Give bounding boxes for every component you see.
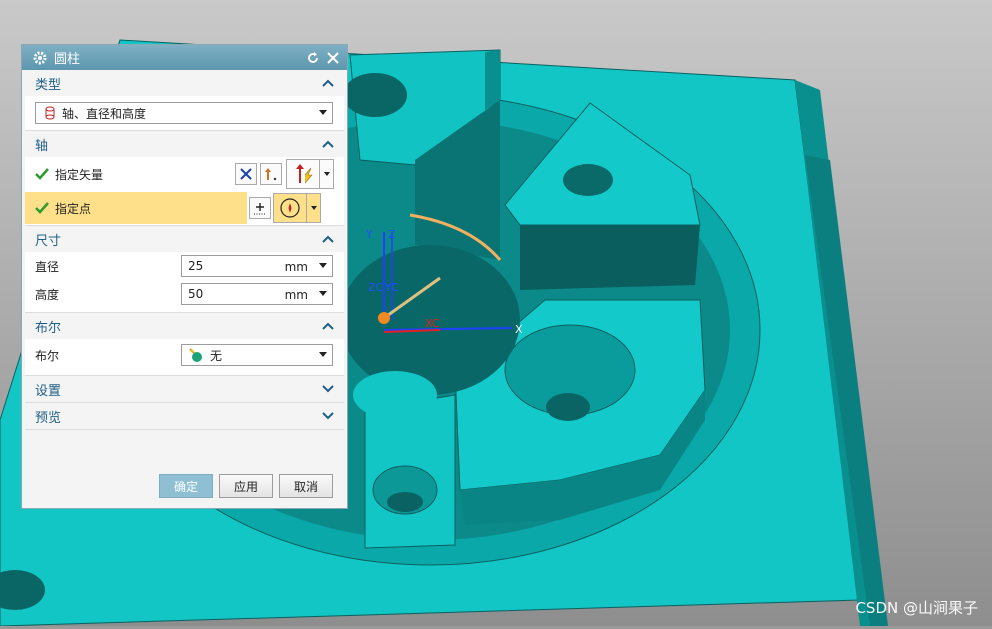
- inferred-vector-button[interactable]: [286, 159, 320, 189]
- height-row: 高度 50 mm: [25, 280, 344, 312]
- diameter-input[interactable]: 25 mm: [181, 255, 333, 277]
- chevron-down-icon: [310, 206, 317, 210]
- dialog-button-bar: 确定 应用 取消: [22, 464, 347, 508]
- close-icon[interactable]: [325, 50, 341, 66]
- axis-section-title: 轴: [35, 138, 49, 154]
- vector-dialog-icon: [265, 168, 277, 181]
- check-icon: [35, 168, 49, 180]
- chevron-up-icon[interactable]: [322, 139, 334, 149]
- chevron-down-icon[interactable]: [319, 263, 327, 268]
- height-value: 50: [188, 287, 204, 301]
- apply-button[interactable]: 应用: [219, 474, 273, 498]
- reset-icon[interactable]: [305, 50, 321, 66]
- preview-section-header[interactable]: 预览: [25, 403, 344, 429]
- point-dialog-icon: [254, 203, 266, 215]
- chevron-down-icon[interactable]: [319, 352, 327, 357]
- chevron-down-icon[interactable]: [322, 411, 334, 421]
- reverse-direction-button[interactable]: [235, 163, 257, 185]
- dimensions-section: 尺寸 直径 25 mm 高度 50 mm: [25, 226, 344, 313]
- diameter-row: 直径 25 mm: [25, 252, 344, 280]
- check-icon: [35, 202, 49, 214]
- point-dropdown-button[interactable]: [307, 193, 321, 223]
- vector-dropdown-button[interactable]: [320, 159, 334, 189]
- boolean-select[interactable]: 无: [181, 344, 333, 366]
- preview-section: 预览: [25, 403, 344, 430]
- chevron-up-icon[interactable]: [322, 234, 334, 244]
- type-section-title: 类型: [35, 77, 62, 93]
- inferred-point-icon: [280, 198, 300, 218]
- type-section-header[interactable]: 类型: [25, 70, 344, 96]
- chevron-down-icon[interactable]: [319, 291, 327, 296]
- axis-section: 轴 指定矢量 指定点: [25, 131, 344, 226]
- csys-y-label: Y: [365, 228, 373, 241]
- point-dialog-button[interactable]: [249, 197, 271, 219]
- chevron-down-icon: [323, 172, 330, 176]
- axis-section-header[interactable]: 轴: [25, 131, 344, 157]
- height-input[interactable]: 50 mm: [181, 283, 333, 305]
- boolean-select-value: 无: [210, 348, 223, 363]
- specify-vector-row[interactable]: 指定矢量: [25, 157, 344, 191]
- cancel-button[interactable]: 取消: [279, 474, 333, 498]
- preview-section-title: 预览: [35, 410, 62, 426]
- boolean-section-title: 布尔: [35, 320, 62, 336]
- diameter-label: 直径: [35, 259, 60, 274]
- inferred-point-button[interactable]: [273, 193, 307, 223]
- type-select[interactable]: 轴、直径和高度: [35, 102, 333, 124]
- csys-xc-label: XC: [425, 317, 440, 330]
- specify-point-label: 指定点: [55, 201, 92, 216]
- reverse-direction-icon: [240, 168, 252, 180]
- specify-vector-label: 指定矢量: [55, 167, 104, 182]
- csys-zc-label: ZC: [368, 281, 384, 294]
- chevron-down-icon[interactable]: [322, 384, 334, 394]
- boolean-section: 布尔 布尔 无: [25, 313, 344, 376]
- settings-section: 设置: [25, 376, 344, 403]
- inferred-vector-icon: [296, 164, 313, 184]
- boolean-label: 布尔: [35, 348, 60, 363]
- csys-yc-label: YC: [384, 281, 399, 294]
- gear-icon[interactable]: [32, 50, 48, 66]
- settings-section-title: 设置: [35, 383, 62, 399]
- watermark: CSDN @山涧果子: [855, 599, 978, 617]
- csys-z-label: Z: [388, 228, 396, 241]
- chevron-up-icon[interactable]: [322, 321, 334, 331]
- chevron-down-icon[interactable]: [319, 110, 327, 115]
- height-label: 高度: [35, 287, 60, 302]
- dimensions-section-header[interactable]: 尺寸: [25, 226, 344, 252]
- ok-button[interactable]: 确定: [159, 474, 213, 498]
- dialog-title-bar[interactable]: 圆柱: [22, 45, 347, 70]
- settings-section-header[interactable]: 设置: [25, 376, 344, 402]
- type-section: 类型 轴、直径和高度: [25, 70, 344, 131]
- diameter-value: 25: [188, 259, 204, 273]
- boolean-none-icon: [189, 348, 202, 362]
- cylinder-dialog: 圆柱 类型 轴、直径和高度 轴 指定矢量 指定点 尺寸 直径 25 mm 高度 …: [21, 44, 348, 509]
- specify-point-row[interactable]: 指定点: [25, 192, 247, 224]
- boolean-row: 布尔 无: [25, 339, 344, 375]
- height-unit: mm: [284, 288, 308, 302]
- dimensions-section-title: 尺寸: [35, 233, 62, 249]
- csys-x-label: X: [515, 323, 523, 336]
- type-select-value: 轴、直径和高度: [62, 106, 147, 121]
- vector-dialog-button[interactable]: [260, 163, 282, 185]
- dialog-title: 圆柱: [54, 52, 81, 67]
- diameter-unit: mm: [284, 260, 308, 274]
- chevron-up-icon[interactable]: [322, 78, 334, 88]
- cylinder-type-icon: [45, 106, 55, 120]
- boolean-section-header[interactable]: 布尔: [25, 313, 344, 339]
